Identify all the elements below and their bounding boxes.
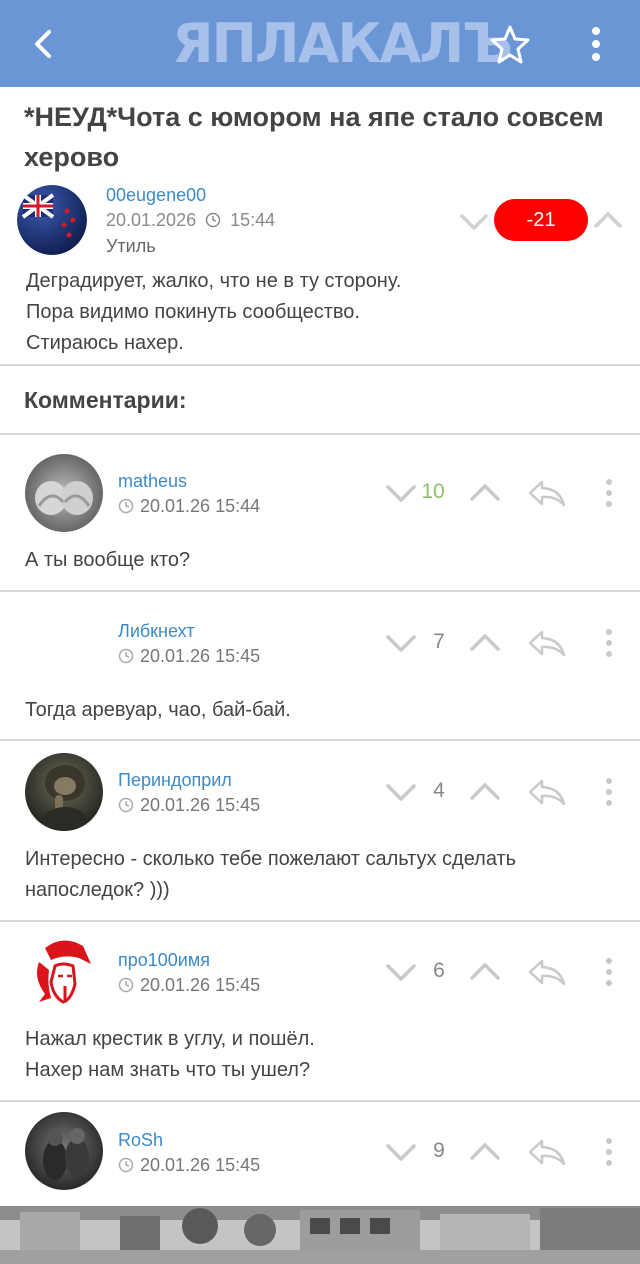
clock-icon bbox=[118, 1157, 134, 1173]
comment-datetime: 20.01.26 15:44 bbox=[140, 496, 261, 516]
comment-date: 20.01.26 15:45 bbox=[118, 646, 260, 667]
vote-up-icon[interactable] bbox=[468, 626, 502, 660]
comment-image[interactable] bbox=[0, 1206, 640, 1264]
comment-item: Периндоприл 20.01.26 15:45 4 Интересно -… bbox=[0, 741, 640, 921]
post-body-line: Стираюсь нахер. bbox=[26, 332, 184, 354]
post-date: 20.01.2026 15:44 bbox=[106, 210, 275, 231]
comment-menu-icon[interactable] bbox=[597, 476, 621, 510]
post-title: *НЕУД*Чота с юмором на япе стало совсем … bbox=[24, 102, 604, 172]
comments-header: Комментарии: bbox=[24, 387, 187, 413]
reply-icon[interactable] bbox=[526, 476, 568, 510]
reply-icon[interactable] bbox=[526, 1135, 568, 1169]
vote-down-icon[interactable] bbox=[458, 205, 490, 237]
comment-body-line: Нажал крестик в углу, и пошёл. bbox=[25, 1028, 315, 1050]
comment-author-link[interactable]: RoSh bbox=[118, 1130, 163, 1151]
comment-author-link[interactable]: matheus bbox=[118, 471, 187, 492]
comment-body: А ты вообще кто? bbox=[25, 545, 625, 576]
reply-icon[interactable] bbox=[526, 775, 568, 809]
overflow-menu-icon[interactable] bbox=[580, 22, 612, 66]
reply-icon[interactable] bbox=[526, 626, 568, 660]
comment-body-line: Тогда аревуар, чао, бай-бай. bbox=[25, 699, 291, 721]
comment-rating: 7 bbox=[433, 630, 445, 653]
comment-author-link[interactable]: Периндоприл bbox=[118, 770, 232, 791]
comment-datetime: 20.01.26 15:45 bbox=[140, 646, 261, 666]
comment-rating: 10 bbox=[421, 480, 445, 503]
back-arrow-icon[interactable] bbox=[22, 22, 66, 66]
comment-body: Тогда аревуар, чао, бай-бай. bbox=[25, 695, 625, 726]
commenter-avatar[interactable] bbox=[25, 1112, 103, 1190]
comment-body: Интересно - сколько тебе пожелают сальту… bbox=[25, 844, 625, 906]
comment-body-line: напоследок? ))) bbox=[25, 879, 170, 901]
comment-item: RoSh 20.01.26 15:45 9 bbox=[0, 1102, 640, 1206]
comment-rating: 4 bbox=[433, 779, 445, 802]
vote-down-icon[interactable] bbox=[384, 775, 418, 809]
vote-down-icon[interactable] bbox=[384, 626, 418, 660]
post-rating-badge: -21 bbox=[494, 199, 588, 241]
comment-body: Нажал крестик в углу, и пошёл. Нахер нам… bbox=[25, 1024, 625, 1086]
post-body: Деградирует, жалко, что не в ту сторону.… bbox=[26, 266, 626, 359]
comment-author-link[interactable]: про100имя bbox=[118, 950, 210, 971]
vote-down-icon[interactable] bbox=[384, 955, 418, 989]
post-category[interactable]: Утиль bbox=[106, 236, 156, 257]
clock-icon bbox=[118, 648, 134, 664]
divider bbox=[0, 364, 640, 366]
post-date-value: 20.01.2026 bbox=[106, 210, 197, 230]
post-body-line: Пора видимо покинуть сообщество. bbox=[26, 301, 360, 323]
author-avatar[interactable] bbox=[17, 185, 87, 255]
comment-menu-icon[interactable] bbox=[597, 775, 621, 809]
comment-menu-icon[interactable] bbox=[597, 626, 621, 660]
comment-datetime: 20.01.26 15:45 bbox=[140, 975, 261, 995]
favorite-star-icon[interactable] bbox=[488, 22, 532, 66]
clock-icon bbox=[118, 977, 134, 993]
comment-author-link[interactable]: Либкнехт bbox=[118, 621, 195, 642]
clock-icon bbox=[205, 212, 221, 228]
vote-down-icon[interactable] bbox=[384, 1135, 418, 1169]
commenter-avatar[interactable] bbox=[25, 753, 103, 831]
comment-menu-icon[interactable] bbox=[597, 1135, 621, 1169]
comment-rating: 6 bbox=[433, 959, 445, 982]
app-logo[interactable]: ЯПЛАКАЛЪ bbox=[172, 14, 513, 74]
commenter-avatar[interactable] bbox=[25, 934, 103, 1012]
comment-datetime: 20.01.26 15:45 bbox=[140, 1155, 261, 1175]
reply-icon[interactable] bbox=[526, 955, 568, 989]
comment-body-line: А ты вообще кто? bbox=[25, 549, 191, 571]
comment-item: про100имя 20.01.26 15:45 6 Нажал крестик… bbox=[0, 922, 640, 1100]
comment-menu-icon[interactable] bbox=[597, 955, 621, 989]
comment-body-line: Нахер нам знать что ты ушел? bbox=[25, 1059, 311, 1081]
comment-datetime: 20.01.26 15:45 bbox=[140, 795, 261, 815]
comment-date: 20.01.26 15:44 bbox=[118, 496, 260, 517]
vote-up-icon[interactable] bbox=[468, 1135, 502, 1169]
vote-up-icon[interactable] bbox=[468, 955, 502, 989]
commenter-avatar[interactable] bbox=[25, 454, 103, 532]
comment-rating: 9 bbox=[433, 1139, 445, 1162]
clock-icon bbox=[118, 797, 134, 813]
post-author-link[interactable]: 00eugene00 bbox=[106, 185, 206, 206]
comment-body-line: Интересно - сколько тебе пожелают сальту… bbox=[25, 848, 517, 870]
clock-icon bbox=[118, 498, 134, 514]
vote-up-icon[interactable] bbox=[468, 476, 502, 510]
comment-date: 20.01.26 15:45 bbox=[118, 1155, 260, 1176]
comment-item: Либкнехт 20.01.26 15:45 7 Тогда аревуар,… bbox=[0, 592, 640, 740]
vote-up-icon[interactable] bbox=[592, 205, 624, 237]
comment-item: matheus 20.01.26 15:44 10 А ты вообще кт… bbox=[0, 434, 640, 590]
post-body-line: Деградирует, жалко, что не в ту сторону. bbox=[26, 270, 402, 292]
vote-up-icon[interactable] bbox=[468, 775, 502, 809]
comment-date: 20.01.26 15:45 bbox=[118, 975, 260, 996]
top-app-bar: ЯПЛАКАЛЪ bbox=[0, 0, 640, 87]
post-time-value: 15:44 bbox=[230, 210, 276, 230]
comment-date: 20.01.26 15:45 bbox=[118, 795, 260, 816]
